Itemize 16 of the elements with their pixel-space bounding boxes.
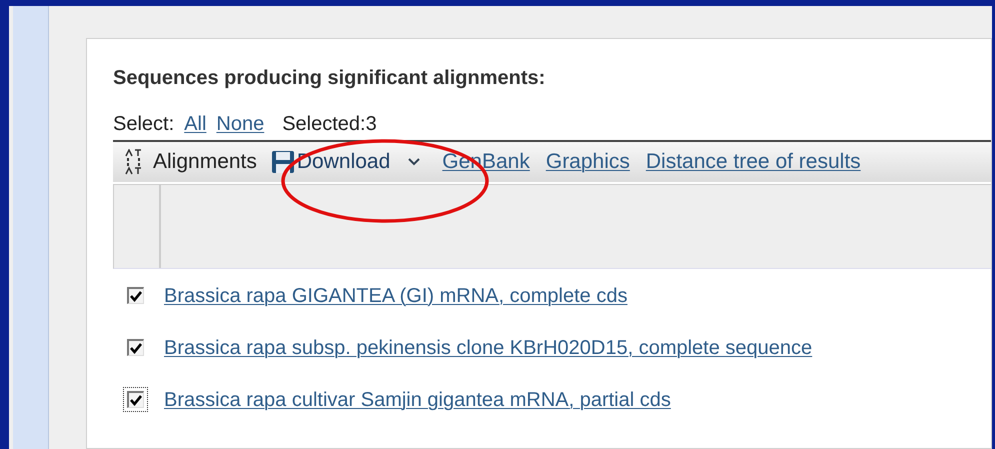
select-label: Select: bbox=[113, 112, 174, 137]
sequence-link[interactable]: Brassica rapa cultivar Samjin gigantea mRNA, partial cds bbox=[164, 384, 671, 414]
chevron-down-icon[interactable] bbox=[408, 158, 420, 166]
selected-count: Selected:3 bbox=[282, 112, 377, 137]
sequence-link[interactable]: Brassica rapa GIGANTEA (GI) mRNA, complete cds bbox=[164, 280, 628, 310]
toolbar-link[interactable]: Graphics bbox=[546, 146, 630, 178]
download-button[interactable]: Download bbox=[270, 146, 390, 178]
toolbar-link[interactable]: Distance tree of results bbox=[646, 146, 861, 178]
sequence-link[interactable]: Brassica rapa subsp. pekinensis clone KBrH020D15, complete sequence bbox=[164, 332, 812, 362]
section-heading: Sequences producing significant alignments: bbox=[113, 66, 546, 91]
select-link[interactable]: All bbox=[184, 109, 206, 139]
alignments-button[interactable]: Alignments bbox=[153, 146, 257, 178]
sort-icon bbox=[125, 149, 143, 175]
select-link[interactable]: None bbox=[216, 109, 264, 139]
save-icon bbox=[270, 150, 295, 174]
row-checkbox[interactable] bbox=[123, 387, 148, 412]
